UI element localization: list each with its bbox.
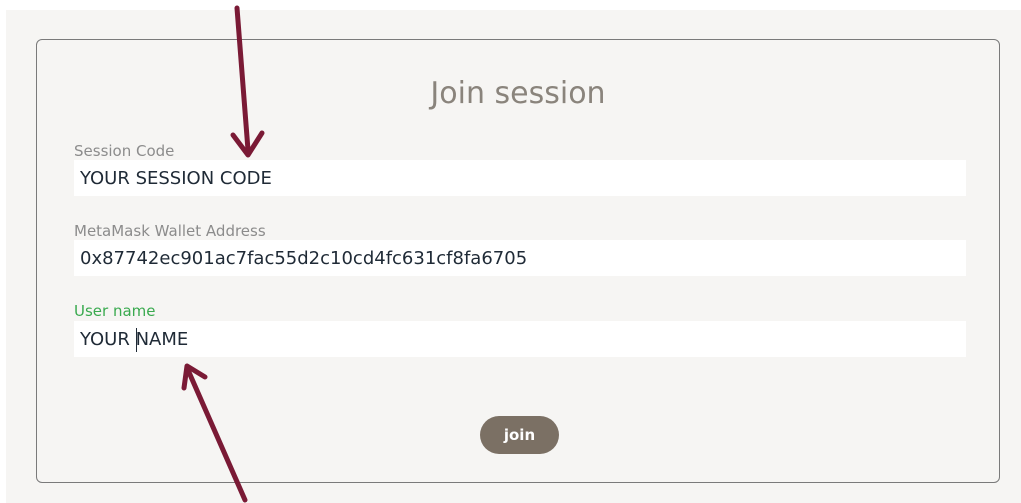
- user-name-label: User name: [74, 302, 156, 320]
- form-title: Join session: [430, 76, 606, 111]
- join-button[interactable]: join: [480, 416, 559, 454]
- session-code-input[interactable]: [74, 160, 966, 196]
- text-caret: [136, 328, 137, 352]
- user-name-input[interactable]: [74, 321, 966, 357]
- wallet-address-label: MetaMask Wallet Address: [74, 222, 266, 240]
- wallet-address-input[interactable]: [74, 240, 966, 276]
- session-code-label: Session Code: [74, 142, 175, 160]
